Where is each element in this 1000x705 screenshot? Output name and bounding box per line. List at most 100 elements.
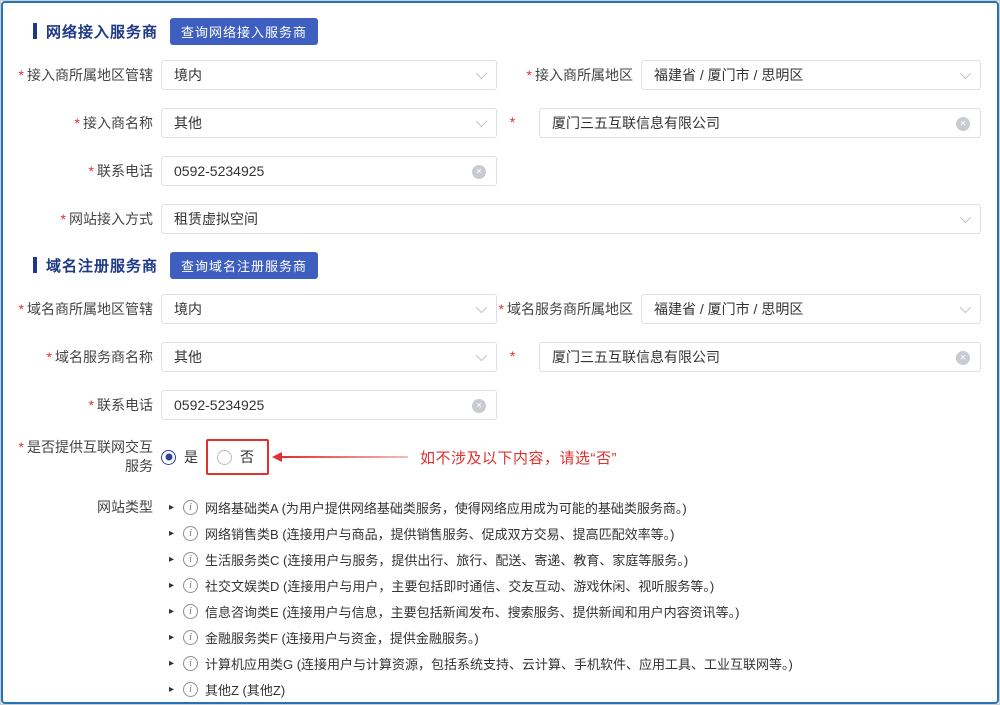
section-title-domain-registrar: 域名注册服务商 <box>46 255 158 276</box>
clear-input-icon[interactable]: ✕ <box>956 351 970 365</box>
chevron-down-icon <box>476 68 487 79</box>
access-provider-custom-name-field: ✕ <box>539 108 981 138</box>
domain-provider-custom-required: * <box>497 348 531 366</box>
access-region-label: *接入商所属地区 <box>497 65 633 85</box>
required-asterisk: * <box>89 163 94 179</box>
access-jurisdiction-label: *接入商所属地区管辖 <box>5 66 153 85</box>
info-icon[interactable]: i <box>183 526 198 541</box>
access-provider-name-select[interactable]: 其他 <box>161 108 497 138</box>
radio-selected-icon <box>161 450 176 465</box>
row-access-jurisdiction-region: *接入商所属地区管辖 境内 *接入商所属地区 福建省 / 厦门市 / 思明区 <box>5 60 981 90</box>
website-type-list: ▸ i 网络基础类A (为用户提供网络基础类服务，使得网络应用成为可能的基础类服… <box>169 494 793 702</box>
website-type-item-Z[interactable]: ▸ i 其他Z (其他Z) <box>169 676 793 702</box>
expand-triangle-icon[interactable]: ▸ <box>169 606 183 617</box>
required-asterisk: * <box>527 67 532 83</box>
chevron-down-icon <box>960 302 971 313</box>
section-accent-bar <box>33 23 37 39</box>
arrow-head-icon <box>272 452 282 462</box>
query-domain-registrar-button[interactable]: 查询域名注册服务商 <box>170 252 318 279</box>
expand-triangle-icon[interactable]: ▸ <box>169 684 183 695</box>
required-asterisk: * <box>19 67 24 83</box>
domain-jurisdiction-select[interactable]: 境内 <box>161 294 497 324</box>
chevron-down-icon <box>476 116 487 127</box>
domain-provider-name-select[interactable]: 其他 <box>161 342 497 372</box>
section-header-domain-registrar: 域名注册服务商 查询域名注册服务商 <box>33 252 981 278</box>
expand-triangle-icon[interactable]: ▸ <box>169 632 183 643</box>
section-title-access-provider: 网络接入服务商 <box>46 21 158 42</box>
expand-triangle-icon[interactable]: ▸ <box>169 580 183 591</box>
section-accent-bar <box>33 257 37 273</box>
query-access-provider-button[interactable]: 查询网络接入服务商 <box>170 18 318 45</box>
expand-triangle-icon[interactable]: ▸ <box>169 528 183 539</box>
info-icon[interactable]: i <box>183 682 198 697</box>
website-type-item-E[interactable]: ▸ i 信息咨询类E (连接用户与信息，主要包括新闻发布、搜索服务、提供新闻和用… <box>169 598 793 624</box>
required-asterisk: * <box>499 301 504 317</box>
domain-region-select[interactable]: 福建省 / 厦门市 / 思明区 <box>641 294 981 324</box>
info-icon[interactable]: i <box>183 604 198 619</box>
clear-input-icon[interactable]: ✕ <box>472 399 486 413</box>
access-phone-field: ✕ <box>161 156 497 186</box>
access-provider-custom-name-input[interactable] <box>552 115 950 131</box>
icp-filing-form-page: 网络接入服务商 查询网络接入服务商 *接入商所属地区管辖 境内 *接入商所属地区… <box>0 0 1000 705</box>
row-interactive-service: *是否提供互联网交互服务 是 否 如不涉及以下内容，请选“否” <box>5 438 981 476</box>
access-region-select[interactable]: 福建省 / 厦门市 / 思明区 <box>641 60 981 90</box>
access-phone-input[interactable] <box>174 163 466 179</box>
chevron-down-icon <box>476 350 487 361</box>
website-type-item-G[interactable]: ▸ i 计算机应用类G (连接用户与计算资源，包括系统支持、云计算、手机软件、应… <box>169 650 793 676</box>
row-domain-jurisdiction-region: *域名商所属地区管辖 境内 *域名服务商所属地区 福建省 / 厦门市 / 思明区 <box>5 294 981 324</box>
row-access-provider-name: *接入商名称 其他 * ✕ <box>5 108 981 138</box>
access-mode-select[interactable]: 租赁虚拟空间 <box>161 204 981 234</box>
domain-region-label: *域名服务商所属地区 <box>497 299 633 319</box>
domain-phone-field: ✕ <box>161 390 497 420</box>
required-asterisk: * <box>510 114 515 130</box>
website-type-label: 网站类型 <box>5 494 153 517</box>
domain-phone-input[interactable] <box>174 397 466 413</box>
row-website-types: 网站类型 ▸ i 网络基础类A (为用户提供网络基础类服务，使得网络应用成为可能… <box>5 494 981 702</box>
required-asterisk: * <box>510 348 515 364</box>
domain-phone-label: *联系电话 <box>5 396 153 415</box>
website-type-item-D[interactable]: ▸ i 社交文娱类D (连接用户与用户，主要包括即时通信、交友互动、游戏休闲、视… <box>169 572 793 598</box>
annotation-text: 如不涉及以下内容，请选“否” <box>420 447 617 468</box>
interactive-service-label: *是否提供互联网交互服务 <box>5 438 153 476</box>
expand-triangle-icon[interactable]: ▸ <box>169 502 183 513</box>
info-icon[interactable]: i <box>183 578 198 593</box>
row-domain-provider-name: *域名服务商名称 其他 * ✕ <box>5 342 981 372</box>
required-asterisk: * <box>75 115 80 131</box>
access-mode-label: *网站接入方式 <box>5 210 153 229</box>
access-jurisdiction-select[interactable]: 境内 <box>161 60 497 90</box>
info-icon[interactable]: i <box>183 656 198 671</box>
row-domain-phone: *联系电话 ✕ <box>5 390 981 420</box>
chevron-down-icon <box>476 302 487 313</box>
expand-triangle-icon[interactable]: ▸ <box>169 658 183 669</box>
website-type-item-F[interactable]: ▸ i 金融服务类F (连接用户与资金，提供金融服务。) <box>169 624 793 650</box>
no-option-highlight-box: 否 <box>206 439 269 475</box>
expand-triangle-icon[interactable]: ▸ <box>169 554 183 565</box>
radio-unselected-icon <box>217 450 232 465</box>
access-provider-name-label: *接入商名称 <box>5 114 153 133</box>
required-asterisk: * <box>19 439 24 455</box>
domain-provider-custom-name-input[interactable] <box>552 349 950 365</box>
interactive-yes-radio[interactable]: 是 <box>161 447 198 467</box>
info-icon[interactable]: i <box>183 630 198 645</box>
interactive-no-radio[interactable]: 否 <box>217 447 254 467</box>
info-icon[interactable]: i <box>183 552 198 567</box>
chevron-down-icon <box>960 68 971 79</box>
clear-input-icon[interactable]: ✕ <box>472 165 486 179</box>
website-type-item-B[interactable]: ▸ i 网络销售类B (连接用户与商品，提供销售服务、促成双方交易、提高匹配效率… <box>169 520 793 546</box>
required-asterisk: * <box>89 397 94 413</box>
required-asterisk: * <box>47 349 52 365</box>
required-asterisk: * <box>61 211 66 227</box>
section-header-access-provider: 网络接入服务商 查询网络接入服务商 <box>33 18 981 44</box>
access-provider-custom-required: * <box>497 114 531 132</box>
row-access-mode: *网站接入方式 租赁虚拟空间 <box>5 204 981 234</box>
clear-input-icon[interactable]: ✕ <box>956 117 970 131</box>
website-type-item-A[interactable]: ▸ i 网络基础类A (为用户提供网络基础类服务，使得网络应用成为可能的基础类服… <box>169 494 793 520</box>
domain-jurisdiction-label: *域名商所属地区管辖 <box>5 300 153 319</box>
required-asterisk: * <box>19 301 24 317</box>
arrow-line <box>282 456 408 458</box>
info-icon[interactable]: i <box>183 500 198 515</box>
website-type-item-C[interactable]: ▸ i 生活服务类C (连接用户与服务，提供出行、旅行、配送、寄递、教育、家庭等… <box>169 546 793 572</box>
domain-provider-custom-name-field: ✕ <box>539 342 981 372</box>
annotation-arrow <box>272 452 408 462</box>
row-access-phone: *联系电话 ✕ <box>5 156 981 186</box>
